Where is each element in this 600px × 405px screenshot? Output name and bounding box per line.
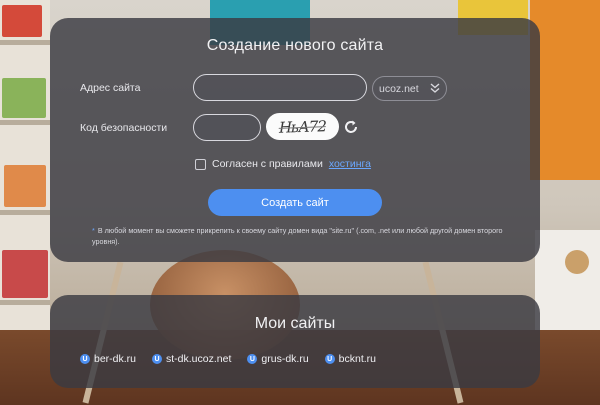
domain-select[interactable]: ucoz.net [372,76,447,101]
ucoz-icon: U [247,354,258,364]
captcha-text: НьА72 [277,116,328,137]
background-shelf [0,0,50,330]
captcha-image: НьА72 [266,113,339,140]
my-sites-title: Мои сайты [254,315,336,332]
site-link[interactable]: U grus-dk.ru [247,353,309,365]
chevron-down-icon [430,83,440,93]
site-link-label: ber-dk.ru [94,353,137,365]
create-site-panel: Создание нового сайта Адрес сайта ucoz.n… [50,18,540,262]
create-site-title: Создание нового сайта [206,37,384,54]
ucoz-icon: U [80,354,90,364]
security-code-label: Код безопасности [80,122,168,134]
refresh-icon[interactable] [342,118,360,136]
note-asterisk: * [92,226,95,235]
security-code-input[interactable] [193,114,261,141]
domain-select-value: ucoz.net [379,82,419,95]
hosting-rules-link[interactable]: хостинга [329,158,371,170]
site-link[interactable]: U ber-dk.ru [80,353,136,365]
ucoz-icon: U [324,354,335,364]
agree-terms-checkbox[interactable] [195,158,206,170]
ucoz-icon: U [152,354,163,364]
domain-note-text: В любой момент вы сможете прикрепить к с… [92,226,503,246]
agree-terms-text: Согласен с правилами [212,158,323,170]
site-address-label: Адрес сайта [80,82,141,94]
agree-terms-row: Согласен с правилами хостинга [195,158,371,170]
my-sites-panel: Мои сайты U ber-dk.ru U st-dk.ucoz.net U… [50,295,540,388]
my-sites-list: U ber-dk.ru U st-dk.ucoz.net U grus-dk.r… [80,353,376,365]
background-cabinet [535,230,600,330]
site-link[interactable]: U bcknt.ru [324,353,377,365]
site-link-label: bcknt.ru [338,353,377,365]
background-orange-panel [530,0,600,180]
site-link-label: grus-dk.ru [261,353,309,365]
create-site-button[interactable]: Создать сайт [208,189,382,216]
site-address-input[interactable] [193,74,367,101]
site-link[interactable]: U st-dk.ucoz.net [152,353,231,365]
domain-note: * В любой момент вы сможете прикрепить к … [92,225,512,247]
site-link-label: st-dk.ucoz.net [166,353,232,365]
